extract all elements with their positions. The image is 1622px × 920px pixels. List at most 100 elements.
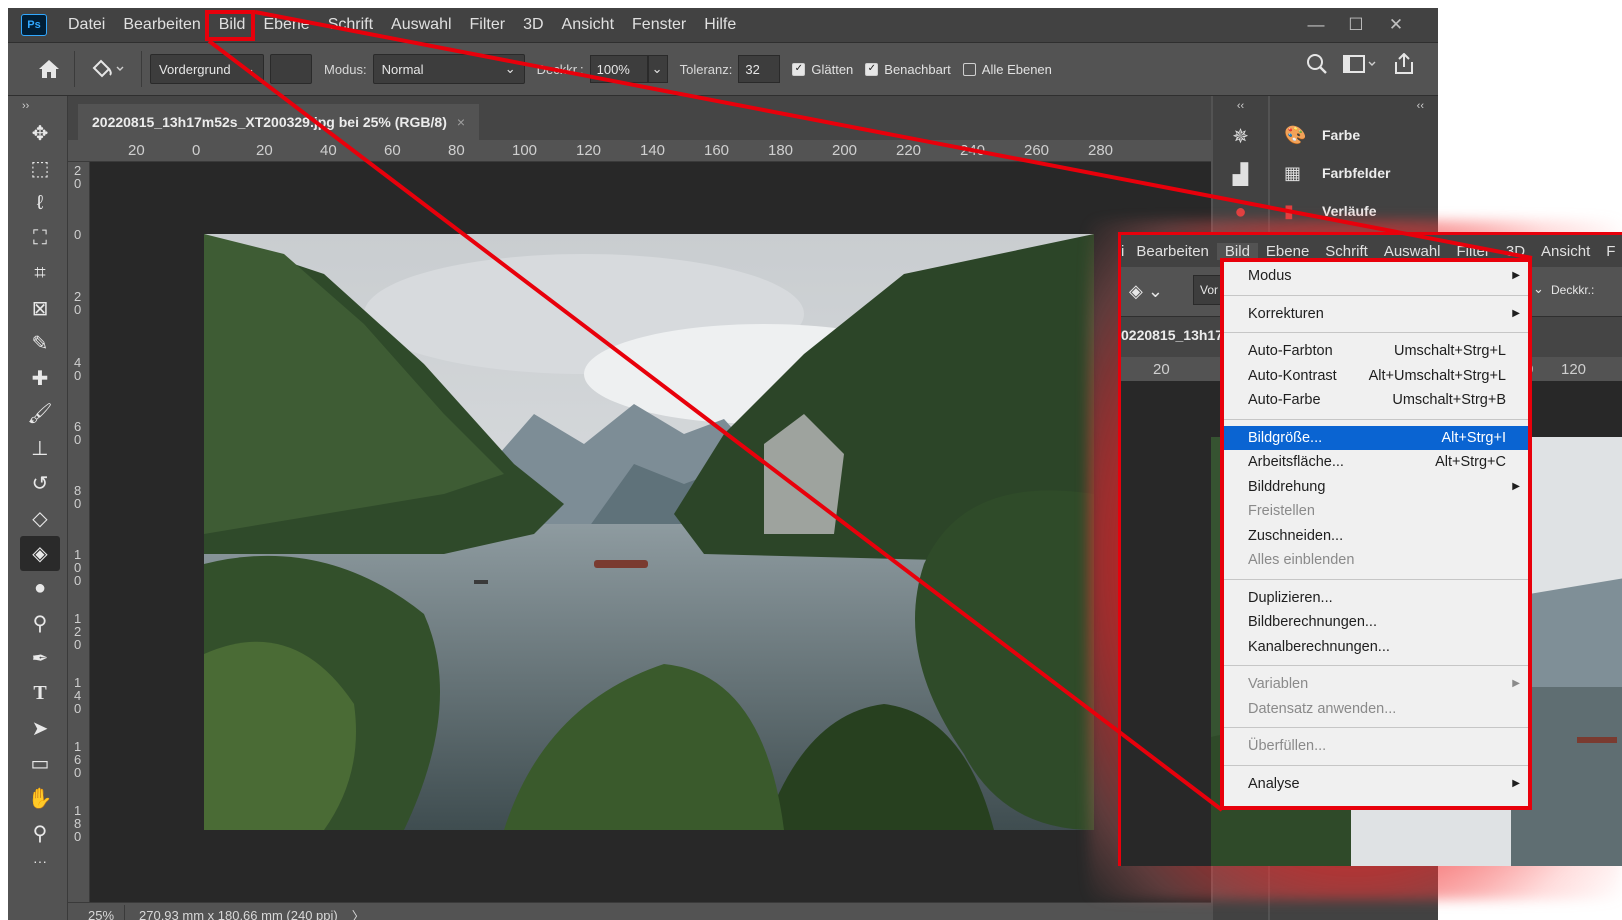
bild-menu-highlight xyxy=(205,10,255,41)
type-icon[interactable]: T xyxy=(20,676,60,711)
share-icon[interactable] xyxy=(1392,52,1416,78)
document-tabs: 20220815_13h17m52s_XT200329.jpg bei 25% … xyxy=(68,96,1211,140)
crop-icon[interactable]: ⌗ xyxy=(20,256,60,291)
menu-item-zuschneiden[interactable]: Zuschneiden... xyxy=(1224,524,1528,549)
menu-item-label: Auto-Farbe xyxy=(1248,392,1321,408)
inset-menu-ansicht[interactable]: Ansicht xyxy=(1533,243,1598,260)
history-brush-icon[interactable]: ↺ xyxy=(20,466,60,501)
brush-icon[interactable]: 🖌 xyxy=(20,396,60,431)
eyedropper-icon[interactable]: ✎ xyxy=(20,326,60,361)
ruler-tick: 180 xyxy=(74,803,82,844)
menu-item-korrekturen[interactable]: Korrekturen ▶ xyxy=(1224,302,1528,327)
close-button[interactable]: ✕ xyxy=(1376,12,1416,38)
menu-auswahl[interactable]: Auswahl xyxy=(382,8,460,42)
panel-farbfelder[interactable]: ▦ Farbfelder xyxy=(1270,154,1438,192)
contiguous-checkbox[interactable]: ✓ Benachbart xyxy=(865,62,951,77)
menu-separator xyxy=(1224,764,1528,766)
collapse-panels-button[interactable]: ‹‹ xyxy=(1270,96,1438,116)
menu-item-analyse[interactable]: Analyse ▶ xyxy=(1224,772,1528,797)
healing-icon[interactable]: ✚ xyxy=(20,361,60,396)
menu-item-label: Alles einblenden xyxy=(1248,552,1355,568)
paint-bucket-icon[interactable]: ◈ xyxy=(20,536,60,571)
fill-source-select[interactable]: Vordergrund ⌄ xyxy=(150,54,264,84)
menu-fenster[interactable]: Fenster xyxy=(623,8,695,42)
menu-schrift[interactable]: Schrift xyxy=(319,8,382,42)
inset-menu-auswahl[interactable]: Auswahl xyxy=(1376,243,1449,260)
mode-select[interactable]: Normal ⌄ xyxy=(372,54,525,84)
menu-item-bilddrehung[interactable]: Bilddrehung ▶ xyxy=(1224,475,1528,500)
more-tools-icon[interactable]: ··· xyxy=(20,851,60,871)
path-select-icon[interactable]: ➤ xyxy=(20,711,60,746)
lasso-icon[interactable]: ℓ xyxy=(20,186,60,221)
menu-item-duplizieren[interactable]: Duplizieren... xyxy=(1224,586,1528,611)
marquee-icon[interactable]: ⬚ xyxy=(20,151,60,186)
minimize-button[interactable]: — xyxy=(1296,12,1336,38)
quick-select-icon[interactable]: ⛶ xyxy=(20,221,60,256)
menu-item-arbeitsflaeche[interactable]: Arbeitsfläche... Alt+Strg+C xyxy=(1224,450,1528,475)
menu-item-kanalberechnungen[interactable]: Kanalberechnungen... xyxy=(1224,635,1528,660)
submenu-arrow-icon: ▶ xyxy=(1512,270,1520,281)
inset-menu-bearbeiten[interactable]: Bearbeiten xyxy=(1128,243,1217,260)
submenu-arrow-icon: ▶ xyxy=(1512,678,1520,689)
collapse-strip-button[interactable]: ‹‹ xyxy=(1213,96,1268,116)
all-layers-checkbox[interactable]: Alle Ebenen xyxy=(962,62,1052,77)
ruler-tick: 20 xyxy=(74,289,82,317)
menu-item-auto-kontrast[interactable]: Auto-Kontrast Alt+Umschalt+Strg+L xyxy=(1224,364,1528,389)
dodge-icon[interactable]: ⚲ xyxy=(20,606,60,641)
lake-photo[interactable] xyxy=(204,234,1094,830)
menu-hilfe[interactable]: Hilfe xyxy=(695,8,745,42)
close-icon[interactable]: × xyxy=(457,114,465,130)
menu-item-shortcut: Umschalt+Strg+B xyxy=(1392,392,1506,408)
maximize-button[interactable]: ☐ xyxy=(1336,12,1376,38)
menu-item-bildgroesse[interactable]: Bildgröße... Alt+Strg+I xyxy=(1224,425,1528,450)
canvas-area[interactable] xyxy=(90,162,1211,902)
workspace-icon[interactable] xyxy=(1342,53,1378,78)
frame-icon[interactable]: ⊠ xyxy=(20,291,60,326)
menu-3d[interactable]: 3D xyxy=(514,8,552,42)
document-tab[interactable]: 20220815_13h17m52s_XT200329.jpg bei 25% … xyxy=(78,104,480,140)
menu-item-label: Bildgröße... xyxy=(1248,429,1323,446)
menu-item-auto-farbe[interactable]: Auto-Farbe Umschalt+Strg+B xyxy=(1224,388,1528,413)
stamp-icon[interactable]: ⊥ xyxy=(20,431,60,466)
menu-item-modus[interactable]: Modus ▶ xyxy=(1224,264,1528,289)
rectangle-icon[interactable]: ▭ xyxy=(20,746,60,781)
menu-ansicht[interactable]: Ansicht xyxy=(553,8,623,42)
panel-label: Verläufe xyxy=(1322,203,1377,219)
eraser-icon[interactable]: ◇ xyxy=(20,501,60,536)
tolerance-input[interactable]: 32 xyxy=(738,55,781,83)
menu-item-shortcut: Alt+Strg+C xyxy=(1435,454,1506,470)
submenu-arrow-icon: ▶ xyxy=(1512,777,1520,789)
navigator-icon[interactable]: ✵ xyxy=(1221,118,1261,154)
menu-item-auto-farbton[interactable]: Auto-Farbton Umschalt+Strg+L xyxy=(1224,339,1528,364)
inset-menu-ebene[interactable]: Ebene xyxy=(1258,243,1317,260)
menu-ebene[interactable]: Ebene xyxy=(254,8,318,42)
horizontal-ruler: 20 0 20 40 60 80 100 120 140 160 180 200… xyxy=(68,140,1211,162)
inset-menu-filter[interactable]: Filter xyxy=(1449,243,1498,260)
histogram-icon[interactable]: ▟ xyxy=(1221,156,1261,192)
panel-farbe[interactable]: 🎨 Farbe xyxy=(1270,116,1438,154)
pattern-picker[interactable] xyxy=(270,54,312,84)
zoom-icon[interactable]: ⚲ xyxy=(20,816,60,851)
menu-datei[interactable]: Datei xyxy=(59,8,114,42)
paint-bucket-preset-icon[interactable] xyxy=(83,52,133,86)
home-icon[interactable] xyxy=(32,52,66,86)
antialias-checkbox[interactable]: ✓ Glätten xyxy=(792,62,853,77)
chevron-right-icon[interactable]: 〉 xyxy=(352,906,365,920)
expand-toolbar-button[interactable]: ›› xyxy=(8,96,67,116)
inset-menu-3d[interactable]: 3D xyxy=(1498,243,1533,260)
opacity-dropdown[interactable]: ⌄ xyxy=(647,55,668,83)
inset-menu-schrift[interactable]: Schrift xyxy=(1317,243,1376,260)
inset-menu-bild[interactable]: Bild xyxy=(1216,242,1258,260)
menu-bearbeiten[interactable]: Bearbeiten xyxy=(114,8,209,42)
zoom-level[interactable]: 25% xyxy=(68,908,124,920)
blur-icon[interactable]: ● xyxy=(20,571,60,606)
opacity-input[interactable]: 100% xyxy=(589,55,648,83)
move-icon[interactable]: ✥ xyxy=(20,116,60,151)
menu-item-label: Korrekturen xyxy=(1248,305,1324,322)
ruler-tick: 40 xyxy=(74,355,82,383)
menu-filter[interactable]: Filter xyxy=(461,8,515,42)
hand-icon[interactable]: ✋ xyxy=(20,781,60,816)
menu-item-bildberechnungen[interactable]: Bildberechnungen... xyxy=(1224,610,1528,635)
pen-icon[interactable]: ✒ xyxy=(20,641,60,676)
search-icon[interactable] xyxy=(1306,53,1328,78)
